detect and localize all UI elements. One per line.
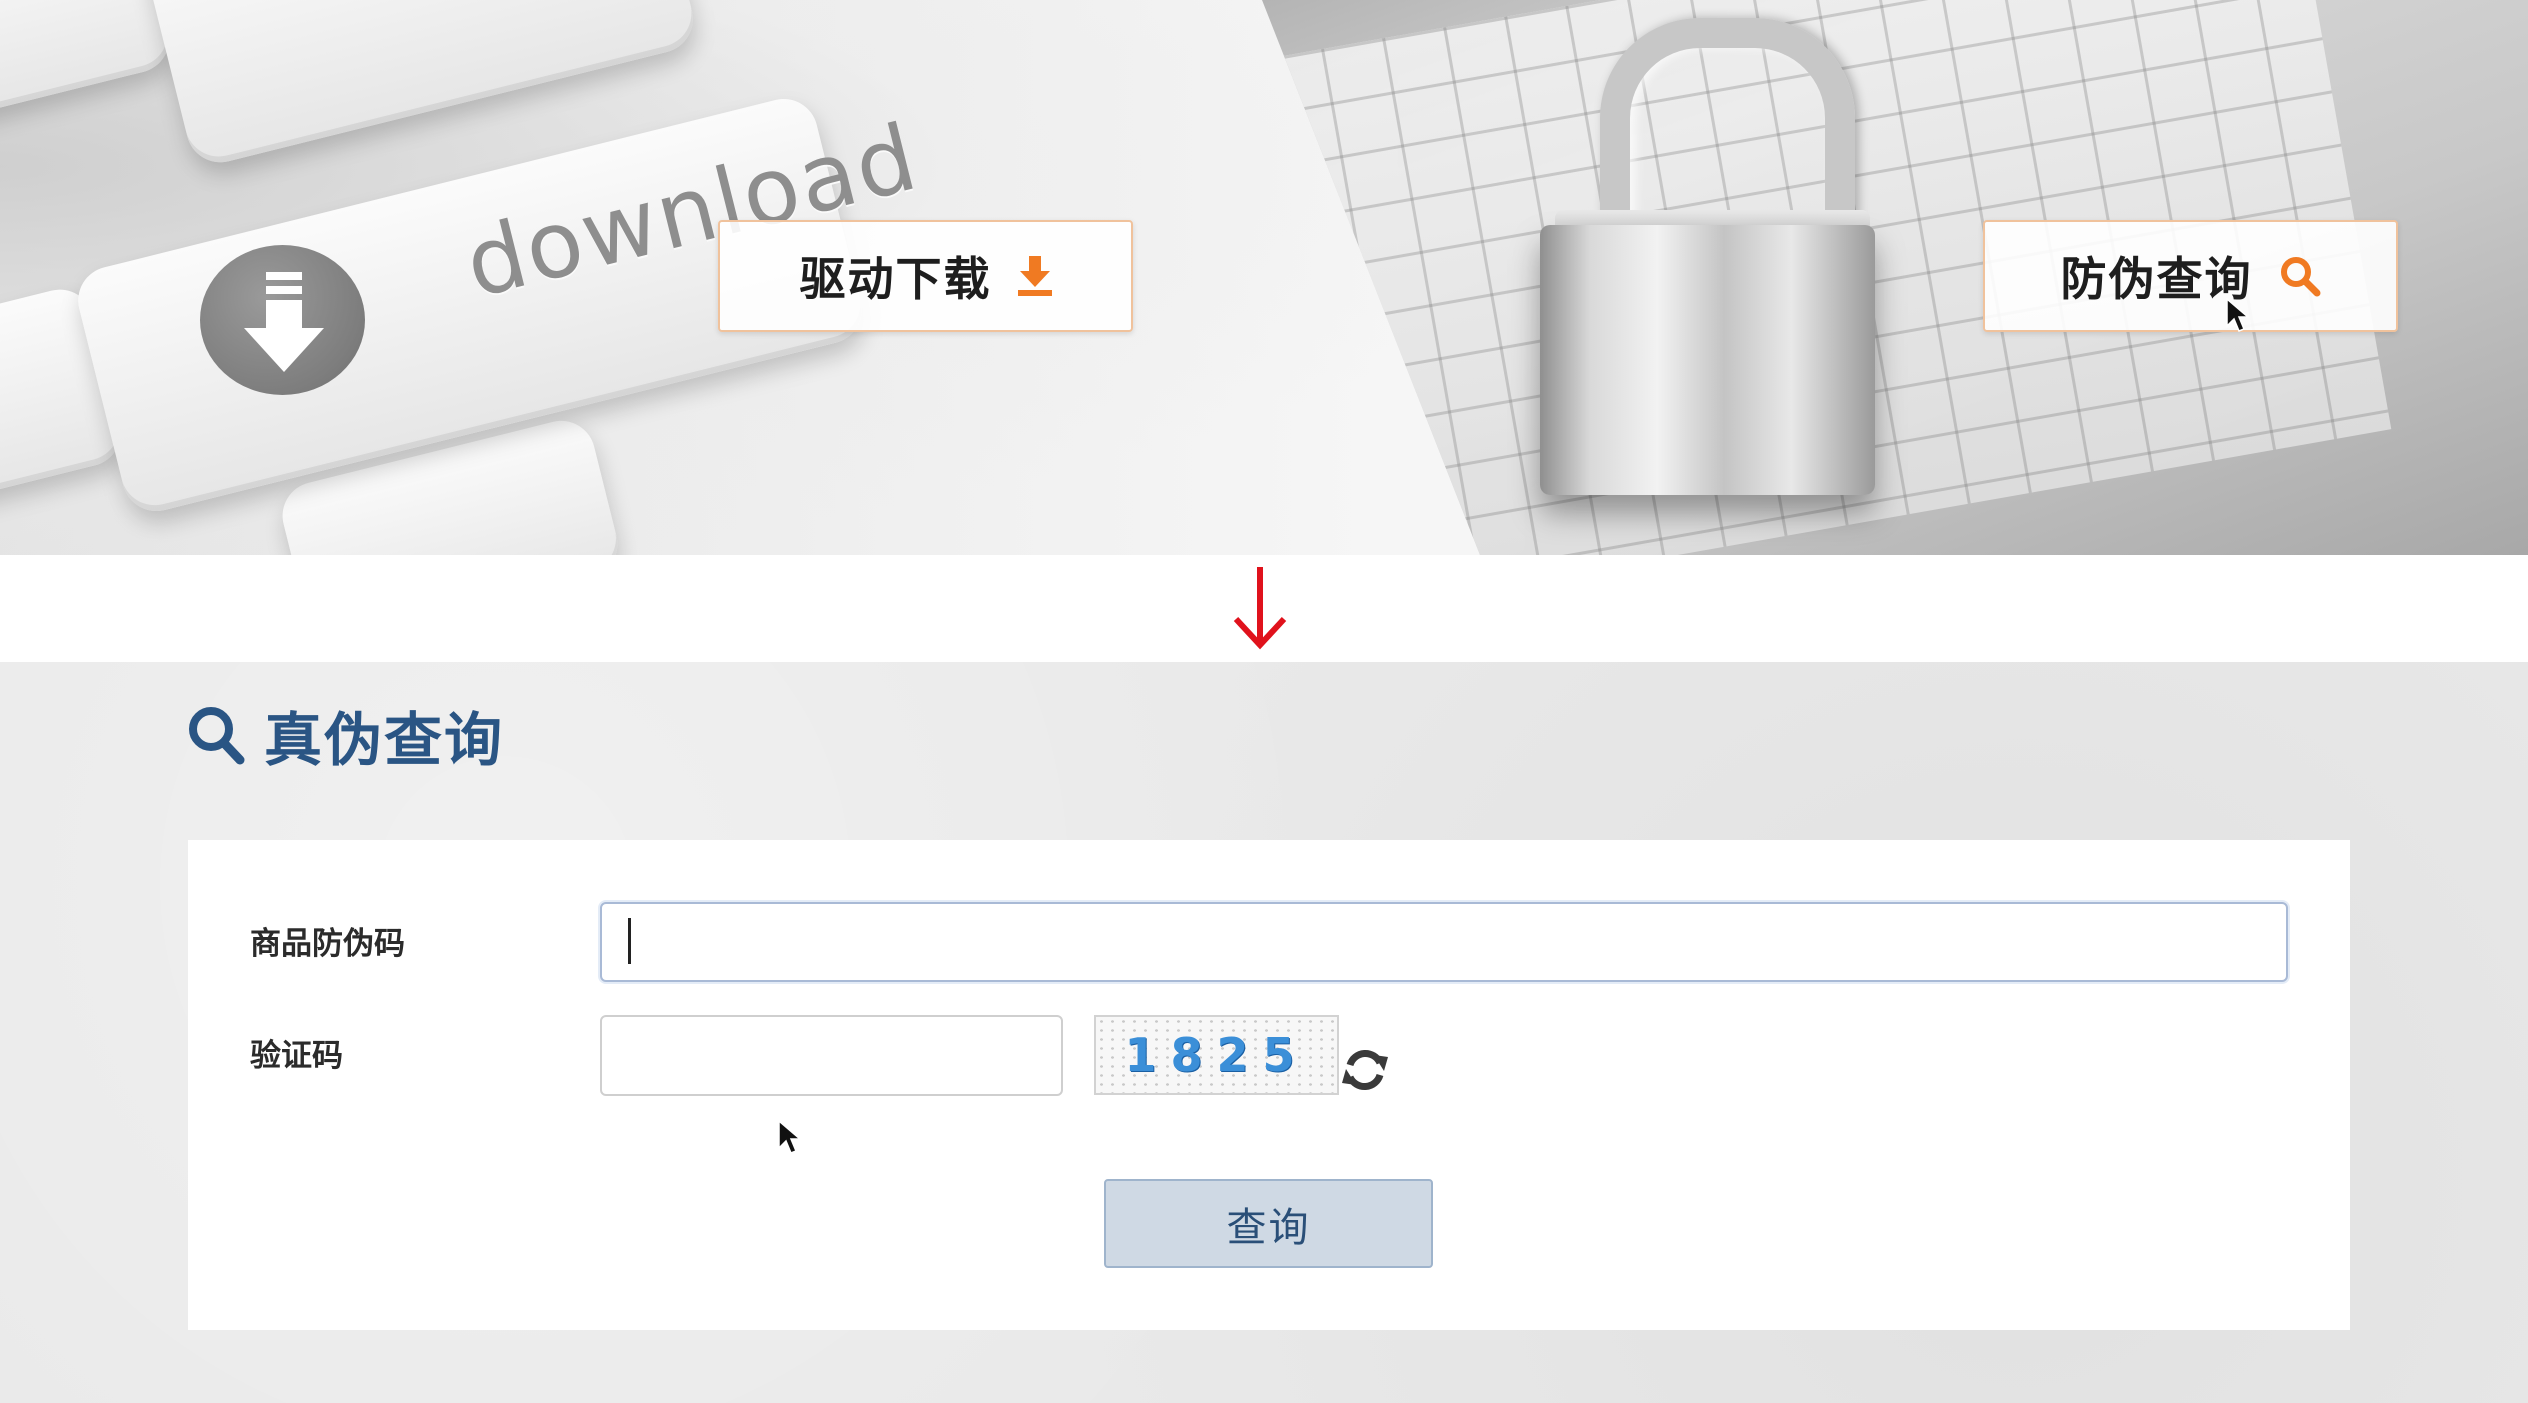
search-icon [2280,257,2320,297]
captcha-label: 验证码 [250,1038,343,1074]
captcha-image-text: 1825 [1124,1028,1309,1082]
mouse-cursor-icon [778,1120,802,1154]
product-code-input[interactable] [600,902,2288,982]
product-code-label: 商品防伪码 [250,926,405,962]
text-caret [628,918,631,964]
query-submit-label: 查询 [1226,1204,1311,1251]
driver-download-button[interactable]: 驱动下载 [718,220,1133,332]
padlock-body-image [1540,225,1875,495]
anti-counterfeit-query-button[interactable]: 防伪查询 [1983,220,2398,332]
down-arrow-icon [1233,567,1287,650]
anti-counterfeit-query-label: 防伪查询 [2060,252,2253,306]
query-submit-button[interactable]: 查询 [1104,1179,1433,1268]
hero-banner: download 驱动下载 防伪查询 [0,0,2528,555]
captcha-input[interactable] [600,1015,1063,1096]
search-icon [189,706,245,764]
mouse-cursor-icon [2226,298,2250,332]
page-title: 真伪查询 [264,705,505,774]
page-heading: 真伪查询 [186,697,504,774]
driver-download-label: 驱动下载 [799,252,992,306]
download-icon [1017,256,1052,296]
refresh-icon[interactable] [1340,1045,1390,1095]
captcha-image[interactable]: 1825 [1094,1015,1339,1095]
download-arrow-icon [244,272,324,372]
